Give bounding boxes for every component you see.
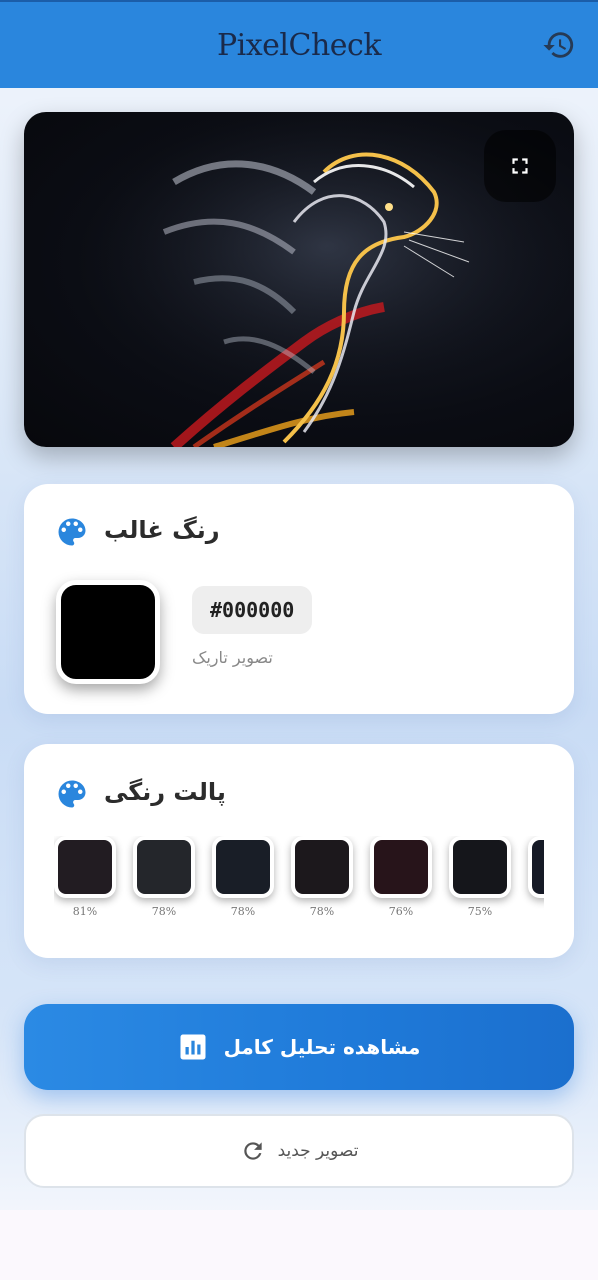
- preview-image: [24, 112, 574, 447]
- full-analysis-label: مشاهده تحلیل کامل: [223, 1035, 421, 1059]
- app-bar: PixelCheck: [0, 0, 598, 88]
- palette-swatch[interactable]: [212, 836, 274, 898]
- history-icon: [543, 32, 574, 58]
- fullscreen-icon: [512, 158, 528, 174]
- history-button[interactable]: [540, 26, 578, 64]
- palette-swatch[interactable]: [133, 836, 195, 898]
- palette-swatch-row[interactable]: 81% 78% 78% 78% 76% 75%: [54, 836, 544, 926]
- bottom-area: [0, 1210, 598, 1280]
- palette-icon: [58, 518, 86, 546]
- palette-item[interactable]: 76%: [370, 836, 432, 918]
- palette-item[interactable]: 78%: [212, 836, 274, 918]
- palette-percent: 81%: [72, 905, 98, 918]
- palette-item[interactable]: 78%: [291, 836, 353, 918]
- palette-title: پالت رنگی: [104, 778, 226, 806]
- tone-label: تصویر تاریک: [192, 648, 273, 667]
- palette-item[interactable]: 81%: [54, 836, 116, 918]
- new-image-button[interactable]: تصویر جدید: [24, 1114, 574, 1188]
- new-image-label: تصویر جدید: [277, 1141, 359, 1161]
- palette-percent: 78%: [309, 905, 335, 918]
- palette-item[interactable]: [528, 836, 544, 905]
- palette-percent: 76%: [388, 905, 414, 918]
- palette-swatch[interactable]: [291, 836, 353, 898]
- fullscreen-button[interactable]: [484, 130, 556, 202]
- palette-percent: 78%: [151, 905, 177, 918]
- palette-item[interactable]: 78%: [133, 836, 195, 918]
- dominant-color-card: رنگ غالب #000000 تصویر تاریک: [24, 484, 574, 714]
- palette-icon: [58, 780, 86, 808]
- palette-percent: 75%: [467, 905, 493, 918]
- app-title: PixelCheck: [216, 27, 382, 63]
- dominant-color-title: رنگ غالب: [104, 516, 220, 544]
- palette-swatch[interactable]: [370, 836, 432, 898]
- bar-chart-icon: [180, 1034, 206, 1060]
- full-analysis-button[interactable]: مشاهده تحلیل کامل: [24, 1004, 574, 1090]
- dominant-color-swatch[interactable]: [56, 580, 160, 684]
- palette-swatch[interactable]: [528, 836, 544, 898]
- palette-card: پالت رنگی 81% 78% 78% 78% 76% 75%: [24, 744, 574, 958]
- palette-swatch[interactable]: [54, 836, 116, 898]
- palette-percent: 78%: [230, 905, 256, 918]
- palette-item[interactable]: 75%: [449, 836, 511, 918]
- hex-code-chip[interactable]: #000000: [192, 586, 313, 634]
- palette-swatch[interactable]: [449, 836, 511, 898]
- refresh-icon: [243, 1142, 262, 1160]
